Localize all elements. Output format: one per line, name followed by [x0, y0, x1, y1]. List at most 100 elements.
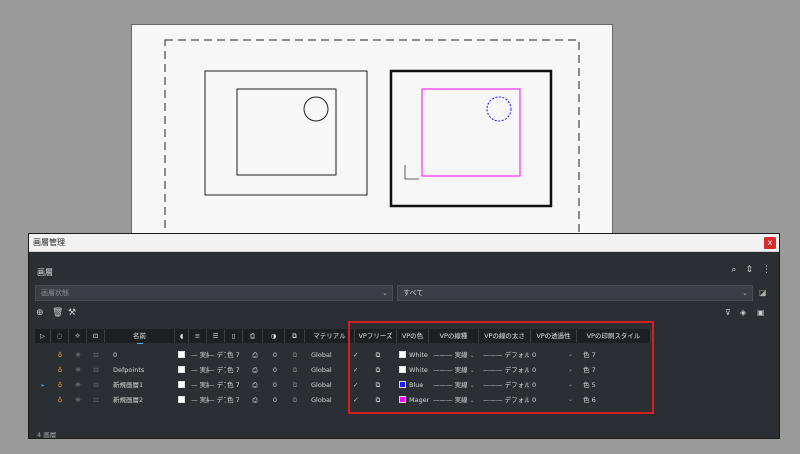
color-swatch[interactable] [178, 348, 188, 362]
col-newvp[interactable]: ⧉ [285, 329, 305, 343]
search-icon[interactable]: ⌕ [731, 265, 736, 275]
current-layer-indicator[interactable] [35, 348, 51, 362]
layer-filter-dropdown[interactable]: すべて ⌄ [397, 285, 753, 301]
bulb-icon[interactable]: ♁ [51, 348, 69, 362]
layer-name[interactable]: 新規画層1 [113, 378, 173, 392]
new-vp-freeze-icon[interactable]: ⧉ [285, 363, 305, 377]
linetype-cell[interactable]: — 実線 [191, 378, 209, 392]
linetype-cell[interactable]: — 実線 [191, 348, 209, 362]
lineweight-icon: ☰ [212, 332, 219, 340]
circle-left [303, 96, 329, 122]
add-icon[interactable]: ⊕ [36, 308, 44, 318]
lineweight-text: デフォル [216, 366, 226, 374]
col-transparency[interactable]: ◑ [263, 329, 285, 343]
unlock-icon[interactable]: ⊡ [87, 393, 105, 407]
col-current[interactable]: ▷ [35, 329, 51, 343]
lineweight-cell[interactable]: — デフォル [208, 348, 226, 362]
linetype-cell[interactable]: — 実線 [191, 393, 209, 407]
color-swatch[interactable] [178, 378, 188, 392]
col-name-label: 名前 [133, 332, 146, 340]
transparency-value[interactable]: 0 [265, 363, 285, 377]
brush-icon[interactable]: ⚒ [68, 308, 76, 318]
col-freeze[interactable]: ☼ [69, 329, 87, 343]
transparency-value[interactable]: 0 [265, 348, 285, 362]
col-name[interactable]: 名前 [105, 329, 175, 344]
current-layer-indicator[interactable] [35, 393, 51, 407]
plotstyle-cell[interactable]: 色 7 [227, 393, 247, 407]
printer-icon[interactable]: ⎙ [247, 378, 263, 392]
current-layer-indicator[interactable] [35, 363, 51, 377]
current-layer-indicator[interactable]: ▸ [35, 378, 51, 392]
sun-icon[interactable]: ☼ [69, 393, 87, 407]
current-icon: ▷ [40, 332, 45, 340]
bulb-icon[interactable]: ♁ [51, 393, 69, 407]
lineweight-cell[interactable]: — デフォル [208, 378, 226, 392]
status-layer-count: 4 画層 [37, 431, 57, 439]
sun-icon[interactable]: ☼ [69, 363, 87, 377]
sun-icon: ☼ [74, 332, 81, 340]
layer-state-dropdown[interactable]: 画層状態 ⌄ [35, 285, 393, 301]
vp-icon[interactable]: ▣ [757, 308, 765, 317]
bulb-icon: ◌ [56, 332, 63, 340]
vp-columns-highlight [348, 321, 654, 414]
rectangle-right-magenta [421, 88, 521, 177]
window-title: 画層管理 [33, 238, 65, 247]
title-bar: 画層管理 x [29, 234, 779, 252]
unlock-icon[interactable]: ⊡ [87, 378, 105, 392]
lineweight-text: デフォル [216, 351, 226, 359]
col-plotstyle[interactable]: ▯ [225, 329, 243, 343]
transparency-value[interactable]: 0 [265, 393, 285, 407]
layer-name[interactable]: Defpoints [113, 363, 173, 377]
linetype-cell[interactable]: — 実線 [191, 363, 209, 377]
col-color[interactable]: ◖ [175, 329, 189, 343]
col-onoff[interactable]: ◌ [51, 329, 69, 343]
new-vp-freeze-icon: ⧉ [292, 332, 297, 340]
viewport-right[interactable] [389, 69, 553, 208]
ucs-icon [404, 165, 419, 180]
transparency-value[interactable]: 0 [265, 378, 285, 392]
bulb-icon[interactable]: ♁ [51, 363, 69, 377]
sun-icon[interactable]: ☼ [69, 378, 87, 392]
lineweight-text: デフォル [216, 381, 226, 389]
panel-title: 画層 [37, 268, 53, 277]
filter-icon[interactable]: ⊽ [725, 308, 731, 317]
close-button[interactable]: x [764, 237, 776, 249]
plotstyle-cell[interactable]: 色 7 [227, 378, 247, 392]
sun-icon[interactable]: ☼ [69, 348, 87, 362]
layer-filter-value: すべて [403, 289, 424, 297]
new-vp-freeze-icon[interactable]: ⧉ [285, 393, 305, 407]
chevron-down-icon: ⌄ [382, 289, 388, 297]
col-linetype[interactable]: ≡ [189, 329, 207, 343]
col-plot[interactable]: ⎙ [243, 329, 263, 343]
header-icons: ⌕ ⇕ ⋮ [731, 265, 771, 275]
page-icon: ▯ [231, 332, 236, 340]
invert-filter-icon[interactable]: ◪ [759, 288, 769, 298]
drawing-sheet [131, 24, 613, 235]
layer-name[interactable]: 新規画層2 [113, 393, 173, 407]
color-swatch-box [178, 366, 185, 373]
new-vp-freeze-icon[interactable]: ⧉ [285, 348, 305, 362]
color-swatch[interactable] [178, 393, 188, 407]
sort-icon[interactable]: ⇕ [745, 265, 753, 275]
printer-icon[interactable]: ⎙ [247, 393, 263, 407]
col-lock[interactable]: ⊡ [87, 329, 105, 343]
more-icon[interactable]: ⋮ [762, 265, 771, 275]
color-swatch[interactable] [178, 363, 188, 377]
lineweight-cell[interactable]: — デフォル [208, 393, 226, 407]
viewport-left[interactable] [204, 70, 368, 196]
layer-name[interactable]: 0 [113, 348, 173, 362]
plotstyle-cell[interactable]: 色 7 [227, 363, 247, 377]
unlock-icon[interactable]: ⊡ [87, 348, 105, 362]
new-vp-freeze-icon[interactable]: ⧉ [285, 378, 305, 392]
col-lineweight[interactable]: ☰ [207, 329, 225, 343]
layer-states-icon[interactable]: ◈ [740, 308, 746, 317]
unlock-icon[interactable]: ⊡ [87, 363, 105, 377]
plotstyle-cell[interactable]: 色 7 [227, 348, 247, 362]
transparency-icon: ◑ [270, 332, 277, 340]
delete-icon[interactable]: 🗑︎ [52, 308, 63, 318]
bulb-icon[interactable]: ♁ [51, 378, 69, 392]
lineweight-cell[interactable]: — デフォル [208, 363, 226, 377]
color-icon: ◖ [179, 332, 184, 340]
printer-icon[interactable]: ⎙ [247, 348, 263, 362]
printer-icon[interactable]: ⎙ [247, 363, 263, 377]
